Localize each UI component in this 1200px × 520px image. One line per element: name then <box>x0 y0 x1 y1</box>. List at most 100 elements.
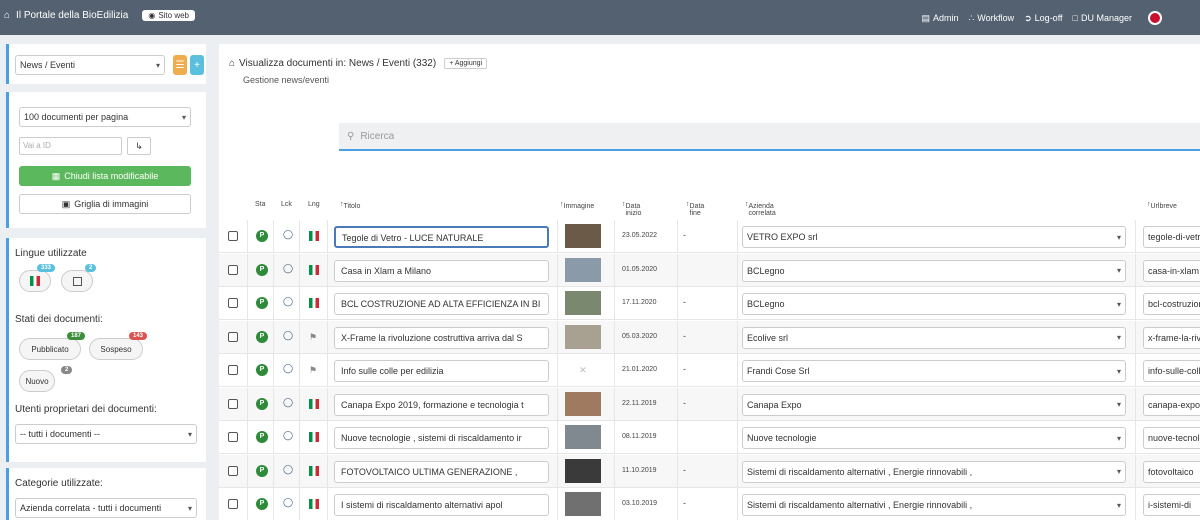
company-select[interactable]: BCLegno ▾ <box>742 259 1126 282</box>
slug-input[interactable]: nuove-tecnologie <box>1143 427 1200 449</box>
col-status[interactable]: Sta <box>255 201 266 208</box>
add-document-button[interactable]: + Aggiungi <box>444 58 488 69</box>
slug-input[interactable]: i-sistemi-di <box>1143 494 1200 516</box>
title-input[interactable]: BCL COSTRUZIONE AD ALTA EFFICIENZA IN BI <box>334 293 549 315</box>
categories-select[interactable]: Azienda correlata - tutti i documenti ▾ <box>15 498 197 518</box>
table-row[interactable]: P ◯ Casa in Xlam a Milano 01.05.2020 BCLegno… <box>219 253 1200 287</box>
company-select[interactable]: Canapa Expo ▾ <box>742 393 1126 416</box>
close-editable-list-button[interactable]: ▦ Chiudi lista modificabile <box>19 166 191 186</box>
col-company[interactable]: ↑ Azienda correlata <box>745 201 776 217</box>
search-input[interactable]: ⚲ Ricerca <box>339 123 1200 151</box>
title-input[interactable]: Info sulle colle per edilizia <box>334 360 549 382</box>
row-checkbox[interactable] <box>228 298 238 308</box>
unlock-icon[interactable]: ◯ <box>283 464 293 475</box>
table-row[interactable]: P ◯ Nuove tecnologie , sistemi di riscalda… <box>219 421 1200 454</box>
thumbnail-image[interactable] <box>565 492 601 516</box>
row-checkbox[interactable] <box>228 264 238 275</box>
section-select[interactable]: News / Eventi ▾ <box>15 55 165 75</box>
unlock-icon[interactable]: ◯ <box>283 263 293 274</box>
unlock-icon[interactable]: ◯ <box>283 497 293 508</box>
unlock-icon[interactable]: ◯ <box>283 363 293 374</box>
row-checkbox[interactable] <box>228 331 238 342</box>
site-badge[interactable]: ◉ Sito web <box>142 10 195 21</box>
company-select[interactable]: Sistemi di riscaldamento alternativi , E… <box>742 460 1126 483</box>
owners-select[interactable]: -- tutti i documenti -- ▾ <box>15 424 197 444</box>
unlock-icon[interactable]: ◯ <box>283 430 293 441</box>
slug-input[interactable]: info-sulle-colle <box>1143 360 1200 382</box>
nav-workflow[interactable]: ∴ Workflow <box>969 13 1015 24</box>
slug-input[interactable]: tegole-di-vetro <box>1143 226 1200 248</box>
col-image[interactable]: ↑ Immagine <box>560 201 594 210</box>
col-lang[interactable]: Lng <box>308 201 320 208</box>
col-title[interactable]: ↑ Titolo <box>340 201 360 210</box>
unlock-icon[interactable]: ◯ <box>283 330 293 341</box>
nav-logoff[interactable]: ➲ Log-off <box>1024 13 1062 24</box>
uk-flag-icon[interactable] <box>1148 11 1162 25</box>
nav-du-manager[interactable]: □ DU Manager <box>1073 13 1132 23</box>
title-input[interactable]: FOTOVOLTAICO ULTIMA GENERAZIONE , <box>334 460 549 483</box>
row-checkbox[interactable] <box>228 231 238 241</box>
title-input[interactable]: Casa in Xlam a Milano <box>334 259 549 282</box>
published-status-icon[interactable]: P <box>256 263 268 276</box>
lang-filter-none[interactable] <box>61 270 93 292</box>
col-lock[interactable]: Lck <box>281 201 292 208</box>
table-row[interactable]: P ◯ I sistemi di riscaldamento alternativi… <box>219 488 1200 520</box>
row-checkbox[interactable] <box>228 365 238 375</box>
table-row[interactable]: P ◯ BCL COSTRUZIONE AD ALTA EFFICIENZA IN … <box>219 287 1200 320</box>
company-select[interactable]: Ecolive srl ▾ <box>742 326 1126 349</box>
col-slug[interactable]: ↑ Urlbreve <box>1147 201 1177 210</box>
row-checkbox[interactable] <box>228 499 238 509</box>
unlock-icon[interactable]: ◯ <box>283 296 293 307</box>
published-status-icon[interactable]: P <box>256 364 268 376</box>
published-status-icon[interactable]: P <box>256 230 268 242</box>
slug-input[interactable]: fotovoltaico <box>1143 460 1200 483</box>
thumbnail-image[interactable] <box>565 257 601 282</box>
unlock-icon[interactable]: ◯ <box>283 397 293 408</box>
table-row[interactable]: P ◯ ⚑ X-Frame la rivoluzione costruttiva ar… <box>219 320 1200 354</box>
state-filter-published[interactable]: Pubblicato <box>19 338 81 360</box>
slug-input[interactable]: canapa-expo <box>1143 393 1200 416</box>
col-start-date[interactable]: ↑ Data inizio <box>622 201 641 217</box>
add-section-button[interactable]: + <box>190 55 204 75</box>
published-status-icon[interactable]: P <box>256 397 268 410</box>
company-select[interactable]: Frandi Cose Srl ▾ <box>742 360 1126 382</box>
published-status-icon[interactable]: P <box>256 498 268 510</box>
brand[interactable]: ⌂ Il Portale della BioEdilizia ◉ Sito web <box>4 10 195 21</box>
goto-id-button[interactable]: ↳ <box>127 137 151 155</box>
title-input[interactable]: Canapa Expo 2019, formazione e tecnologi… <box>334 393 549 416</box>
thumbnail-image[interactable] <box>565 291 601 315</box>
list-view-button[interactable]: ☰ <box>173 55 187 75</box>
thumbnail-image[interactable] <box>565 425 601 449</box>
col-end-date[interactable]: ↑ Data fine <box>686 201 704 217</box>
per-page-select[interactable]: 100 documenti per pagina ▾ <box>19 107 191 127</box>
state-filter-new[interactable]: Nuovo <box>19 370 55 392</box>
state-filter-suspended[interactable]: Sospeso <box>89 338 143 360</box>
company-select[interactable]: BCLegno ▾ <box>742 293 1126 315</box>
title-input[interactable]: I sistemi di riscaldamento alternativi a… <box>334 494 549 516</box>
company-select[interactable]: VETRO EXPO srl ▾ <box>742 226 1126 248</box>
nav-admin[interactable]: ▤ Admin <box>922 13 959 24</box>
published-status-icon[interactable]: P <box>256 431 268 443</box>
thumbnail-image[interactable] <box>565 391 601 416</box>
title-input[interactable]: Tegole di Vetro - LUCE NATURALE <box>334 226 549 248</box>
thumbnail-image[interactable] <box>565 324 601 349</box>
row-checkbox[interactable] <box>228 432 238 442</box>
table-row[interactable]: P ◯ FOTOVOLTAICO ULTIMA GENERAZIONE , 11.10… <box>219 454 1200 488</box>
unlock-icon[interactable]: ◯ <box>283 229 293 240</box>
title-input[interactable]: Nuove tecnologie , sistemi di riscaldame… <box>334 427 549 449</box>
company-select[interactable]: Nuove tecnologie ▾ <box>742 427 1126 449</box>
table-row[interactable]: P ◯ ⚑ Info sulle colle per edilizia ✕ 21.01.2… <box>219 354 1200 387</box>
lang-filter-it[interactable] <box>19 270 51 292</box>
company-select[interactable]: Sistemi di riscaldamento alternativi , E… <box>742 494 1126 516</box>
slug-input[interactable]: x-frame-la-riv <box>1143 326 1200 349</box>
title-input[interactable]: X-Frame la rivoluzione costruttiva arriv… <box>334 326 549 349</box>
table-row[interactable]: P ◯ Canapa Expo 2019, formazione e tecnolo… <box>219 387 1200 421</box>
slug-input[interactable]: bcl-costruzione <box>1143 293 1200 315</box>
thumbnail-image[interactable] <box>565 224 601 248</box>
published-status-icon[interactable]: P <box>256 464 268 477</box>
table-row[interactable]: P ◯ Tegole di Vetro - LUCE NATURALE 23.05.2… <box>219 220 1200 253</box>
slug-input[interactable]: casa-in-xlam <box>1143 259 1200 282</box>
thumbnail-image[interactable] <box>565 458 601 483</box>
row-checkbox[interactable] <box>228 398 238 409</box>
goto-id-input[interactable]: Vai a ID <box>19 137 122 155</box>
